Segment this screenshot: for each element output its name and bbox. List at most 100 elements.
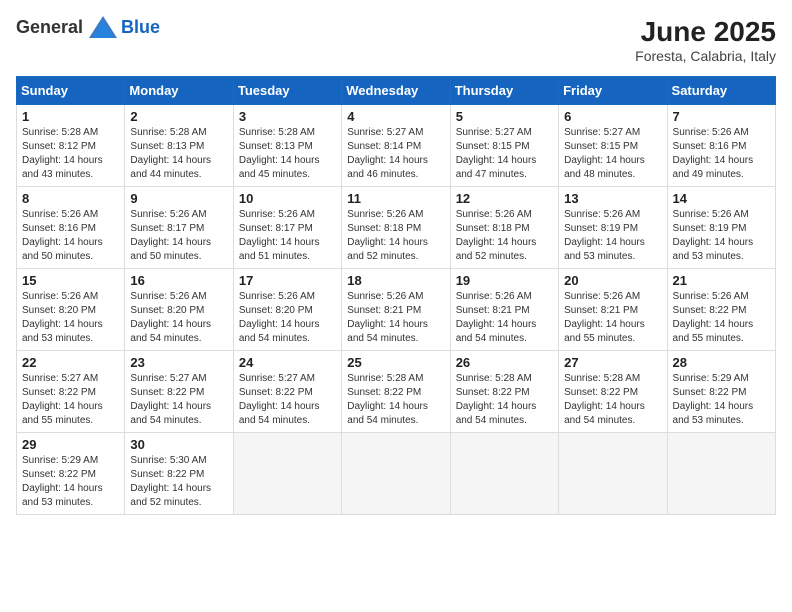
day-number: 11 (347, 191, 444, 206)
day-number: 20 (564, 273, 661, 288)
table-row: 6 Sunrise: 5:27 AM Sunset: 8:15 PM Dayli… (559, 105, 667, 187)
day-info: Sunrise: 5:30 AM Sunset: 8:22 PM Dayligh… (130, 454, 227, 510)
day-number: 17 (239, 273, 336, 288)
table-row: 30 Sunrise: 5:30 AM Sunset: 8:22 PM Dayl… (125, 433, 233, 515)
table-row: 20 Sunrise: 5:26 AM Sunset: 8:21 PM Dayl… (559, 269, 667, 351)
table-row: 17 Sunrise: 5:26 AM Sunset: 8:20 PM Dayl… (233, 269, 341, 351)
table-row: 25 Sunrise: 5:28 AM Sunset: 8:22 PM Dayl… (342, 351, 450, 433)
table-row: 8 Sunrise: 5:26 AM Sunset: 8:16 PM Dayli… (17, 187, 125, 269)
table-row: 22 Sunrise: 5:27 AM Sunset: 8:22 PM Dayl… (17, 351, 125, 433)
day-number: 13 (564, 191, 661, 206)
page-header: General Blue June 2025 Foresta, Calabria… (16, 16, 776, 64)
day-info: Sunrise: 5:28 AM Sunset: 8:13 PM Dayligh… (239, 126, 336, 182)
day-info: Sunrise: 5:26 AM Sunset: 8:21 PM Dayligh… (456, 290, 553, 346)
table-row: 13 Sunrise: 5:26 AM Sunset: 8:19 PM Dayl… (559, 187, 667, 269)
day-info: Sunrise: 5:26 AM Sunset: 8:17 PM Dayligh… (130, 208, 227, 264)
day-number: 16 (130, 273, 227, 288)
day-number: 22 (22, 355, 119, 370)
day-number: 7 (673, 109, 770, 124)
day-info: Sunrise: 5:28 AM Sunset: 8:22 PM Dayligh… (347, 372, 444, 428)
header-monday: Monday (125, 77, 233, 105)
calendar-header-row: Sunday Monday Tuesday Wednesday Thursday… (17, 77, 776, 105)
day-info: Sunrise: 5:28 AM Sunset: 8:22 PM Dayligh… (456, 372, 553, 428)
day-number: 15 (22, 273, 119, 288)
day-number: 27 (564, 355, 661, 370)
day-number: 25 (347, 355, 444, 370)
table-row: 19 Sunrise: 5:26 AM Sunset: 8:21 PM Dayl… (450, 269, 558, 351)
day-info: Sunrise: 5:26 AM Sunset: 8:16 PM Dayligh… (22, 208, 119, 264)
table-row: 7 Sunrise: 5:26 AM Sunset: 8:16 PM Dayli… (667, 105, 775, 187)
table-row: 24 Sunrise: 5:27 AM Sunset: 8:22 PM Dayl… (233, 351, 341, 433)
day-number: 1 (22, 109, 119, 124)
day-number: 14 (673, 191, 770, 206)
day-number: 21 (673, 273, 770, 288)
day-info: Sunrise: 5:27 AM Sunset: 8:22 PM Dayligh… (239, 372, 336, 428)
day-number: 28 (673, 355, 770, 370)
table-row: 29 Sunrise: 5:29 AM Sunset: 8:22 PM Dayl… (17, 433, 125, 515)
day-info: Sunrise: 5:28 AM Sunset: 8:12 PM Dayligh… (22, 126, 119, 182)
day-number: 2 (130, 109, 227, 124)
day-info: Sunrise: 5:26 AM Sunset: 8:17 PM Dayligh… (239, 208, 336, 264)
day-info: Sunrise: 5:27 AM Sunset: 8:14 PM Dayligh… (347, 126, 444, 182)
day-number: 26 (456, 355, 553, 370)
day-number: 10 (239, 191, 336, 206)
day-info: Sunrise: 5:26 AM Sunset: 8:16 PM Dayligh… (673, 126, 770, 182)
table-row (450, 433, 558, 515)
table-row: 1 Sunrise: 5:28 AM Sunset: 8:12 PM Dayli… (17, 105, 125, 187)
day-number: 8 (22, 191, 119, 206)
table-row: 12 Sunrise: 5:26 AM Sunset: 8:18 PM Dayl… (450, 187, 558, 269)
table-row: 11 Sunrise: 5:26 AM Sunset: 8:18 PM Dayl… (342, 187, 450, 269)
day-number: 30 (130, 437, 227, 452)
table-row: 4 Sunrise: 5:27 AM Sunset: 8:14 PM Dayli… (342, 105, 450, 187)
day-info: Sunrise: 5:29 AM Sunset: 8:22 PM Dayligh… (673, 372, 770, 428)
day-info: Sunrise: 5:28 AM Sunset: 8:13 PM Dayligh… (130, 126, 227, 182)
table-row: 9 Sunrise: 5:26 AM Sunset: 8:17 PM Dayli… (125, 187, 233, 269)
table-row (342, 433, 450, 515)
day-number: 19 (456, 273, 553, 288)
header-tuesday: Tuesday (233, 77, 341, 105)
day-info: Sunrise: 5:26 AM Sunset: 8:18 PM Dayligh… (347, 208, 444, 264)
logo-blue: Blue (121, 17, 160, 38)
day-info: Sunrise: 5:27 AM Sunset: 8:22 PM Dayligh… (22, 372, 119, 428)
table-row: 3 Sunrise: 5:28 AM Sunset: 8:13 PM Dayli… (233, 105, 341, 187)
table-row: 10 Sunrise: 5:26 AM Sunset: 8:17 PM Dayl… (233, 187, 341, 269)
day-number: 9 (130, 191, 227, 206)
day-info: Sunrise: 5:29 AM Sunset: 8:22 PM Dayligh… (22, 454, 119, 510)
day-number: 12 (456, 191, 553, 206)
calendar-table: Sunday Monday Tuesday Wednesday Thursday… (16, 76, 776, 515)
logo-general: General (16, 17, 83, 38)
day-info: Sunrise: 5:26 AM Sunset: 8:19 PM Dayligh… (564, 208, 661, 264)
table-row: 2 Sunrise: 5:28 AM Sunset: 8:13 PM Dayli… (125, 105, 233, 187)
header-thursday: Thursday (450, 77, 558, 105)
day-info: Sunrise: 5:26 AM Sunset: 8:18 PM Dayligh… (456, 208, 553, 264)
day-number: 23 (130, 355, 227, 370)
day-info: Sunrise: 5:27 AM Sunset: 8:22 PM Dayligh… (130, 372, 227, 428)
title-area: June 2025 Foresta, Calabria, Italy (635, 16, 776, 64)
day-info: Sunrise: 5:26 AM Sunset: 8:21 PM Dayligh… (564, 290, 661, 346)
day-info: Sunrise: 5:27 AM Sunset: 8:15 PM Dayligh… (456, 126, 553, 182)
table-row: 21 Sunrise: 5:26 AM Sunset: 8:22 PM Dayl… (667, 269, 775, 351)
day-number: 24 (239, 355, 336, 370)
table-row (559, 433, 667, 515)
day-info: Sunrise: 5:26 AM Sunset: 8:21 PM Dayligh… (347, 290, 444, 346)
day-number: 3 (239, 109, 336, 124)
header-sunday: Sunday (17, 77, 125, 105)
day-info: Sunrise: 5:27 AM Sunset: 8:15 PM Dayligh… (564, 126, 661, 182)
header-saturday: Saturday (667, 77, 775, 105)
day-number: 4 (347, 109, 444, 124)
day-number: 18 (347, 273, 444, 288)
day-number: 6 (564, 109, 661, 124)
day-info: Sunrise: 5:26 AM Sunset: 8:22 PM Dayligh… (673, 290, 770, 346)
table-row: 14 Sunrise: 5:26 AM Sunset: 8:19 PM Dayl… (667, 187, 775, 269)
location-subtitle: Foresta, Calabria, Italy (635, 48, 776, 64)
header-friday: Friday (559, 77, 667, 105)
day-number: 29 (22, 437, 119, 452)
table-row (233, 433, 341, 515)
day-info: Sunrise: 5:26 AM Sunset: 8:20 PM Dayligh… (239, 290, 336, 346)
month-title: June 2025 (635, 16, 776, 48)
day-info: Sunrise: 5:26 AM Sunset: 8:20 PM Dayligh… (130, 290, 227, 346)
logo-icon (89, 16, 117, 38)
day-number: 5 (456, 109, 553, 124)
logo: General Blue (16, 16, 160, 38)
day-info: Sunrise: 5:28 AM Sunset: 8:22 PM Dayligh… (564, 372, 661, 428)
